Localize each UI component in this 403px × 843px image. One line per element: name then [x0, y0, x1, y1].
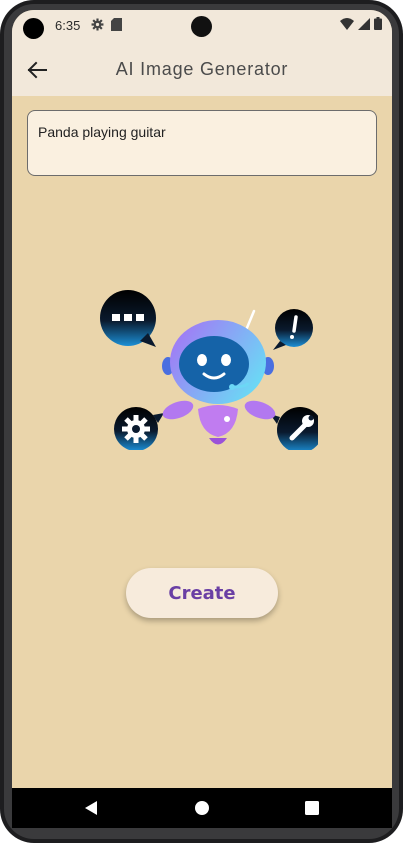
screen: 6:35 AI Image Generator Panda playing gu…: [12, 10, 392, 828]
robot-illustration: [100, 290, 318, 450]
signal-icon: [358, 17, 370, 30]
wrench-icon: [270, 407, 318, 450]
gear-icon: [114, 407, 164, 450]
recents-square-icon[interactable]: [302, 798, 322, 818]
robot-mascot: [162, 309, 276, 445]
sd-card-icon: [111, 18, 122, 31]
create-button[interactable]: Create: [126, 568, 278, 618]
phone-frame: 6:35 AI Image Generator Panda playing gu…: [0, 0, 403, 843]
gear-icon: [91, 18, 104, 31]
wifi-icon: [340, 17, 354, 30]
center-camera-cutout: [191, 16, 212, 37]
prompt-input[interactable]: Panda playing guitar: [27, 110, 377, 176]
system-nav-bar: [12, 788, 392, 828]
system-icons: [340, 17, 382, 30]
page-title: AI Image Generator: [115, 59, 289, 79]
battery-icon: [374, 17, 382, 30]
back-triangle-icon[interactable]: [82, 798, 102, 818]
status-time: 6:35: [55, 18, 81, 33]
exclamation-icon: [273, 309, 313, 350]
home-circle-icon[interactable]: [192, 798, 212, 818]
chat-dots-icon: [100, 290, 156, 347]
app-bar: AI Image Generator: [12, 44, 392, 96]
front-camera-cutout: [23, 18, 44, 39]
status-bar: 6:35: [12, 10, 392, 44]
